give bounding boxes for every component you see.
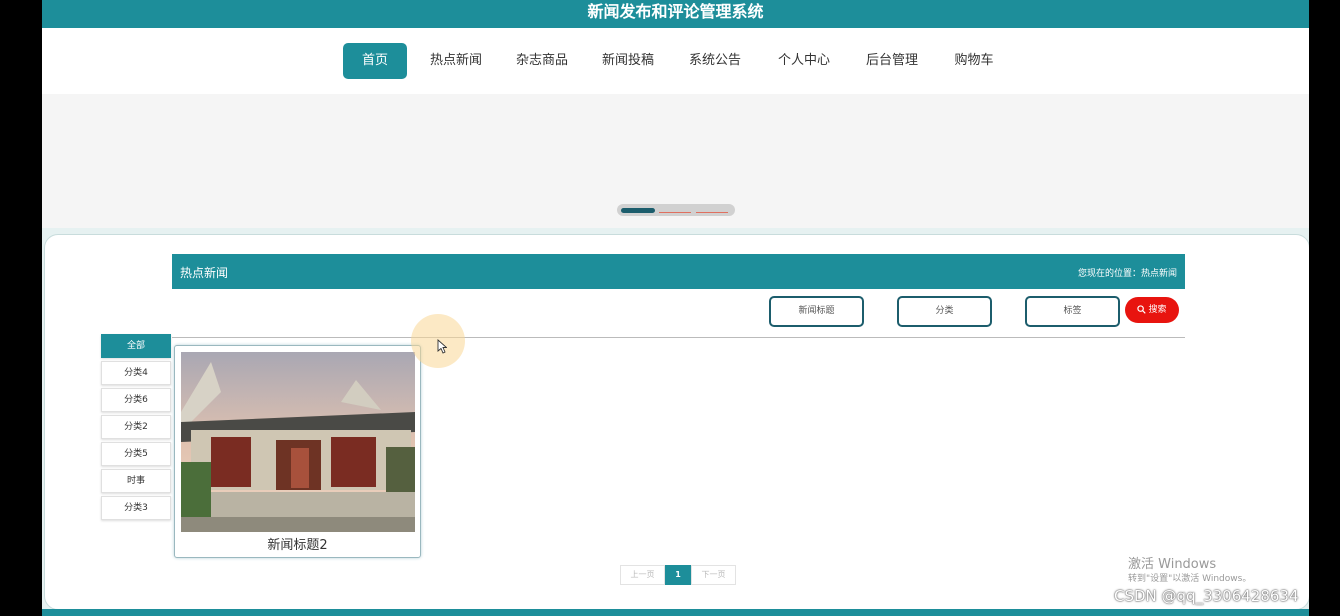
carousel-dot[interactable] — [659, 212, 691, 213]
site-header: 新闻发布和评论管理系统 — [42, 0, 1309, 28]
section-title: 热点新闻 — [180, 266, 229, 280]
breadcrumb: 您现在的位置：热点新闻 — [1077, 269, 1177, 279]
banner-carousel — [42, 94, 1309, 228]
category-item-all[interactable]: 全部 — [101, 334, 171, 358]
windows-activation-title: 激活 Windows — [1128, 557, 1217, 572]
news-title[interactable]: 新闻标题2 — [175, 534, 420, 553]
category-item[interactable]: 分类4 — [101, 361, 171, 385]
csdn-watermark: CSDN @qq_3306428634 — [1114, 587, 1299, 605]
category-item[interactable]: 分类6 — [101, 388, 171, 412]
search-button[interactable]: 搜索 — [1125, 297, 1179, 323]
content-panel: 热点新闻 您现在的位置：热点新闻 新闻标题 分类 标签 搜索 全部 分类4 分类… — [44, 234, 1309, 610]
carousel-dot-active[interactable] — [621, 208, 655, 213]
page: 新闻发布和评论管理系统 首页 热点新闻 杂志商品 新闻投稿 系统公告 个人中心 … — [42, 0, 1309, 616]
category-item[interactable]: 分类2 — [101, 415, 171, 439]
search-button-label: 搜索 — [1148, 305, 1167, 315]
footer-bar — [42, 609, 1309, 616]
category-field[interactable]: 分类 — [897, 296, 992, 327]
category-list: 全部 分类4 分类6 分类2 分类5 时事 分类3 — [101, 334, 171, 523]
nav-item-announcement[interactable]: 系统公告 — [682, 43, 748, 79]
windows-activation-hint: 转到"设置"以激活 Windows。 — [1128, 574, 1252, 584]
news-thumbnail[interactable] — [181, 352, 415, 532]
mouse-cursor-icon — [437, 339, 448, 357]
nav-item-admin[interactable]: 后台管理 — [859, 43, 925, 79]
prev-page-button[interactable]: 上一页 — [620, 565, 665, 585]
content-wrapper: 热点新闻 您现在的位置：热点新闻 新闻标题 分类 标签 搜索 全部 分类4 分类… — [42, 228, 1309, 616]
carousel-indicator — [617, 204, 735, 216]
next-page-button[interactable]: 下一页 — [691, 565, 736, 585]
main-nav: 首页 热点新闻 杂志商品 新闻投稿 系统公告 个人中心 后台管理 购物车 — [42, 30, 1309, 94]
nav-item-submission[interactable]: 新闻投稿 — [595, 43, 661, 79]
category-item[interactable]: 时事 — [101, 469, 171, 493]
site-title: 新闻发布和评论管理系统 — [587, 2, 764, 21]
search-icon — [1137, 305, 1147, 314]
news-card[interactable]: 新闻标题2 — [174, 345, 421, 558]
divider — [172, 337, 1185, 338]
nav-item-hot-news[interactable]: 热点新闻 — [423, 43, 489, 79]
carousel-dot[interactable] — [696, 212, 728, 213]
category-item[interactable]: 分类5 — [101, 442, 171, 466]
page-number[interactable]: 1 — [665, 565, 691, 585]
category-item[interactable]: 分类3 — [101, 496, 171, 520]
nav-item-home[interactable]: 首页 — [343, 43, 407, 79]
section-header: 热点新闻 您现在的位置：热点新闻 — [172, 254, 1185, 289]
news-title-field[interactable]: 新闻标题 — [769, 296, 864, 327]
nav-item-magazine[interactable]: 杂志商品 — [509, 43, 575, 79]
tag-field[interactable]: 标签 — [1025, 296, 1120, 327]
nav-item-profile[interactable]: 个人中心 — [771, 43, 837, 79]
nav-item-cart[interactable]: 购物车 — [946, 43, 1002, 79]
